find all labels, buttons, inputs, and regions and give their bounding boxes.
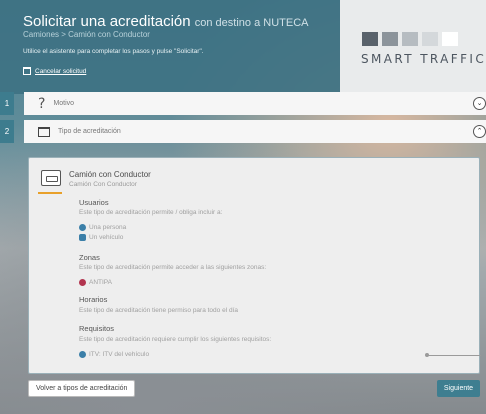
step-tipo-acreditacion[interactable]: 2 Tipo de acreditación ⌃: [0, 120, 486, 143]
zones-description: Este tipo de acreditación permite accede…: [79, 264, 267, 271]
user-item-vehicle: Un vehículo: [89, 234, 124, 241]
brand-logo: SMART TRAFFIC: [340, 0, 486, 94]
requirements-heading: Requisitos: [79, 324, 115, 333]
location-pin-icon: [79, 279, 86, 286]
next-button[interactable]: Siguiente: [437, 380, 480, 397]
logo-squares-icon: [362, 32, 458, 46]
instructions-text: Utilice el asistente para completar los …: [23, 48, 204, 55]
chevron-up-icon[interactable]: ⌃: [473, 125, 486, 138]
step-number: 2: [0, 120, 14, 143]
logo-square: [422, 32, 438, 46]
scroll-handle[interactable]: [425, 353, 481, 357]
document-icon: [38, 126, 50, 137]
step-number: 1: [0, 92, 14, 115]
step-label: Motivo: [53, 100, 75, 107]
step-label: Tipo de acreditación: [58, 128, 121, 135]
zone-item: ANTIPA: [89, 279, 112, 286]
list-item: ANTIPA: [79, 279, 112, 286]
question-icon: ?: [38, 95, 46, 112]
list-item: Un vehículo: [79, 234, 123, 241]
accreditation-title: Camión con Conductor: [69, 170, 151, 179]
back-to-types-button[interactable]: Volver a tipos de acreditación: [28, 380, 136, 397]
calendar-cancel-icon: [23, 67, 31, 75]
logo-square: [362, 32, 378, 46]
requirements-description: Este tipo de acreditación requiere cumpl…: [79, 336, 272, 343]
schedule-description: Este tipo de acreditación tiene permiso …: [79, 307, 238, 314]
accreditation-subtitle: Camión Con Conductor: [69, 181, 137, 188]
logo-text: SMART TRAFFIC: [361, 52, 486, 66]
zones-heading: Zonas: [79, 253, 100, 262]
user-item-person: Una persona: [89, 224, 127, 231]
logo-square: [402, 32, 418, 46]
list-item: ITV: ITV del vehículo: [79, 351, 149, 358]
breadcrumb: Camiones > Camión con Conductor: [23, 30, 150, 39]
page-title: Solicitar una acreditación con destino a…: [23, 13, 308, 30]
users-heading: Usuarios: [79, 198, 109, 207]
title-text: Solicitar una acreditación: [23, 13, 191, 30]
step-motivo[interactable]: 1 ? Motivo ⌄: [0, 92, 486, 115]
logo-square: [382, 32, 398, 46]
document-check-icon: [79, 351, 86, 358]
cancel-request-label: Cancelar solicitud: [35, 67, 87, 75]
id-card-icon: [41, 170, 61, 186]
selection-underline: [38, 192, 62, 194]
car-icon: [79, 234, 86, 241]
accreditation-card: Camión con Conductor Camión Con Conducto…: [28, 157, 481, 374]
step-bar[interactable]: Tipo de acreditación ⌃: [24, 120, 486, 143]
users-description: Este tipo de acreditación permite / obli…: [79, 209, 223, 216]
destination-text: con destino a NUTECA: [194, 17, 309, 29]
person-icon: [79, 224, 86, 231]
requirement-item: ITV: ITV del vehículo: [89, 351, 150, 358]
step-bar[interactable]: ? Motivo ⌄: [24, 92, 486, 115]
cancel-request-link[interactable]: Cancelar solicitud: [23, 67, 86, 75]
logo-square: [442, 32, 458, 46]
schedule-heading: Horarios: [79, 295, 108, 304]
list-item: Una persona: [79, 224, 126, 231]
chevron-down-icon[interactable]: ⌄: [473, 97, 486, 110]
